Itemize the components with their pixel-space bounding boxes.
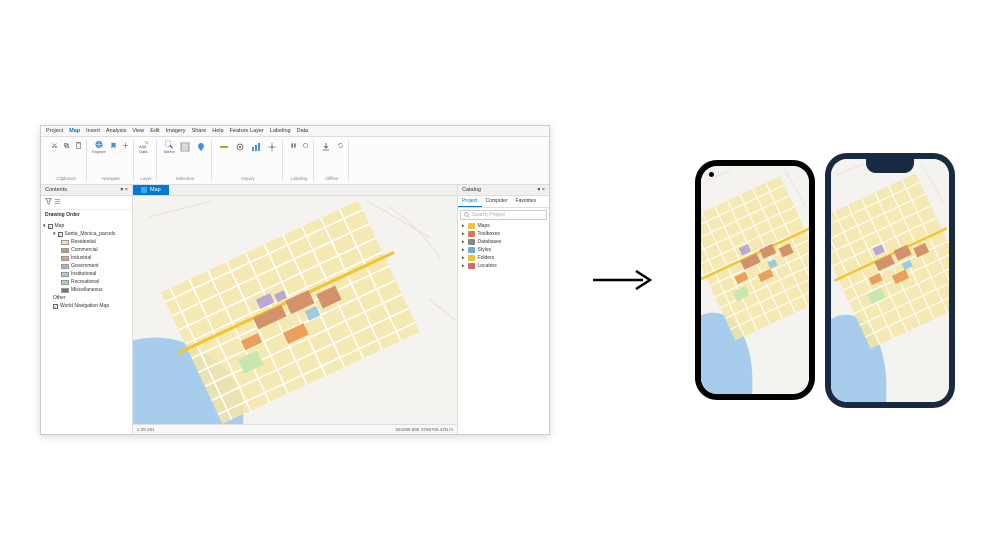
catalog-tab-favorites[interactable]: Favorites	[512, 196, 541, 207]
menu-help[interactable]: Help	[212, 128, 223, 134]
android-phone	[695, 160, 815, 400]
sync-icon[interactable]	[335, 140, 345, 150]
catalog-item-locators[interactable]: ▸Locators	[458, 262, 549, 270]
ribbon-group-clipboard: Clipboard	[46, 140, 87, 181]
menu-feature-layer[interactable]: Feature Layer	[230, 128, 264, 134]
catalog-item-databases[interactable]: ▸Databases	[458, 238, 549, 246]
menubar: Project Map Insert Analysis View Edit Im…	[41, 126, 549, 137]
coordinate-display: 554268.89E 3766706.42N m	[395, 427, 453, 432]
ribbon-selection-label: Selection	[176, 176, 195, 181]
pause-icon[interactable]	[288, 140, 298, 150]
catalog-item-toolboxes[interactable]: ▸Toolboxes	[458, 230, 549, 238]
ribbon-group-offline: Offline	[316, 140, 349, 181]
select-by-location-icon[interactable]	[194, 140, 208, 154]
menu-view[interactable]: View	[132, 128, 144, 134]
catalog-item-folders[interactable]: ▸Folders	[458, 254, 549, 262]
view-unplaced-icon[interactable]	[300, 140, 310, 150]
layer-tree-node[interactable]: ▾Santa_Monica_parcels	[43, 230, 130, 238]
mobile-devices	[695, 153, 955, 408]
map-view: Map	[133, 185, 457, 434]
category-recreational[interactable]: Recreational	[43, 278, 130, 286]
ribbon-navigate-label: Navigate	[102, 176, 120, 181]
catalog-tab-project[interactable]: Project	[458, 196, 482, 207]
category-industrial[interactable]: Industrial	[43, 254, 130, 262]
catalog-item-maps[interactable]: ▸Maps	[458, 222, 549, 230]
goto-xy-icon[interactable]	[120, 140, 130, 150]
catalog-item-styles[interactable]: ▸Styles	[458, 246, 549, 254]
bookmarks-icon[interactable]	[108, 140, 118, 150]
map-tree-node[interactable]: ▾Map	[43, 222, 130, 230]
catalog-panel: Catalog ▾ × Project Computer Favorites S…	[457, 185, 549, 434]
menu-project[interactable]: Project	[46, 128, 63, 134]
iphone-screen[interactable]	[831, 159, 949, 402]
category-government[interactable]: Government	[43, 262, 130, 270]
ribbon-inquiry-label: Inquiry	[241, 176, 255, 181]
category-commercial[interactable]: Commercial	[43, 246, 130, 254]
category-residential[interactable]: Residential	[43, 238, 130, 246]
ribbon-group-inquiry: Inquiry	[214, 140, 283, 181]
scale-display[interactable]: 1:39,191	[137, 427, 155, 432]
contents-panel: Contents ▾ × Drawing Order ▾Map ▾Santa_M…	[41, 185, 133, 434]
category-miscellaneous[interactable]: Miscellaneous	[43, 286, 130, 294]
locate-icon[interactable]	[233, 140, 247, 154]
ribbon-offline-label: Offline	[326, 176, 339, 181]
infographics-icon[interactable]	[249, 140, 263, 154]
contents-toolbar	[41, 196, 132, 210]
contents-header: Contents ▾ ×	[41, 185, 132, 196]
explore-icon[interactable]: Explore	[92, 140, 106, 154]
android-screen[interactable]	[701, 166, 809, 394]
catalog-search[interactable]: Search Project	[460, 210, 547, 220]
map-footer: 1:39,191 554268.89E 3766706.42N m	[133, 424, 457, 434]
ribbon-group-selection: Select Selection	[159, 140, 212, 181]
arrow-icon	[583, 265, 663, 295]
list-icon[interactable]	[54, 198, 61, 207]
map-tab[interactable]: Map	[133, 185, 169, 195]
ribbon: Clipboard Explore Navigate Add Data Laye…	[41, 137, 549, 185]
other-tree-node[interactable]: Other	[43, 294, 130, 302]
drawing-order-section: Drawing Order	[41, 210, 132, 220]
download-map-icon[interactable]	[319, 140, 333, 154]
menu-map[interactable]: Map	[69, 128, 80, 134]
iphone	[825, 153, 955, 408]
menu-labeling[interactable]: Labeling	[270, 128, 291, 134]
catalog-header: Catalog ▾ ×	[458, 185, 549, 196]
desktop-gis-app: Project Map Insert Analysis View Edit Im…	[40, 125, 550, 435]
paste-icon[interactable]	[73, 140, 83, 150]
ribbon-group-navigate: Explore Navigate	[89, 140, 134, 181]
category-institutional[interactable]: Institutional	[43, 270, 130, 278]
ribbon-group-labeling: Labeling	[285, 140, 314, 181]
map-canvas[interactable]	[133, 196, 457, 424]
menu-share[interactable]: Share	[192, 128, 207, 134]
menu-insert[interactable]: Insert	[86, 128, 100, 134]
filter-icon[interactable]	[45, 198, 52, 207]
ribbon-group-layer: Add Data Layer	[136, 140, 157, 181]
select-icon[interactable]: Select	[162, 140, 176, 154]
catalog-tab-computer[interactable]: Computer	[482, 196, 512, 207]
copy-icon[interactable]	[61, 140, 71, 150]
select-by-attributes-icon[interactable]	[178, 140, 192, 154]
ribbon-labeling-label: Labeling	[290, 176, 307, 181]
cut-icon[interactable]	[49, 140, 59, 150]
panel-close-icon[interactable]: ▾ ×	[537, 187, 545, 193]
add-data-icon[interactable]: Add Data	[139, 140, 153, 154]
menu-imagery[interactable]: Imagery	[166, 128, 186, 134]
ribbon-layer-label: Layer	[140, 176, 151, 181]
basemap-tree-node[interactable]: World Navigation Map	[43, 302, 130, 310]
coordinate-conversion-icon[interactable]	[265, 140, 279, 154]
iphone-notch	[866, 159, 914, 173]
menu-edit[interactable]: Edit	[150, 128, 159, 134]
measure-icon[interactable]	[217, 140, 231, 154]
ribbon-clipboard-label: Clipboard	[56, 176, 75, 181]
menu-data[interactable]: Data	[297, 128, 309, 134]
menu-analysis[interactable]: Analysis	[106, 128, 126, 134]
panel-menu-icon[interactable]: ▾ ×	[120, 187, 128, 193]
